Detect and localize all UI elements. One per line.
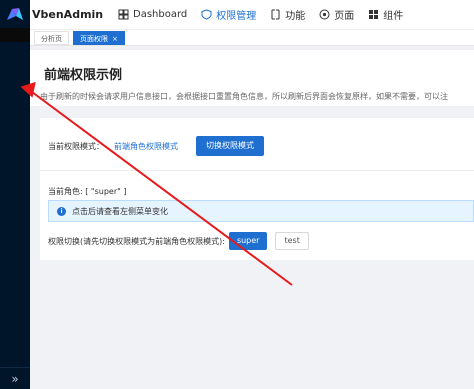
mode-label: 当前权限模式： (48, 141, 104, 151)
tab-close-icon[interactable]: × (112, 35, 118, 43)
switch-mode-button[interactable]: 切换权限模式 (196, 136, 264, 156)
sidebar (0, 0, 30, 389)
shield-icon (201, 9, 212, 20)
permission-card: 当前权限模式： 前端角色权限模式 切换权限模式 当前角色: [ "super" … (40, 118, 474, 260)
brand-title[interactable]: VbenAdmin (30, 8, 118, 21)
nav-permission[interactable]: 权限管理 (201, 0, 256, 30)
alert-text: 点击后请查看左侧菜单变化 (72, 206, 168, 216)
function-icon (271, 9, 280, 20)
page-title: 前端权限示例 (44, 68, 123, 83)
page-header: 前端权限示例 由于刷新的时候会请求用户信息接口，会根据接口重置角色信息，所以刷新… (30, 50, 474, 106)
divider (40, 170, 474, 171)
tab-analysis[interactable]: 分析页 (34, 30, 69, 45)
test-role-button[interactable]: test (275, 232, 309, 250)
mode-row: 当前权限模式： 前端角色权限模式 切换权限模式 (48, 136, 264, 156)
nav-dashboard[interactable]: Dashboard (118, 0, 187, 30)
nav-function-label: 功能 (285, 11, 306, 22)
nav-component-label: 组件 (383, 11, 404, 22)
nav-page[interactable]: 页面 (319, 0, 354, 30)
role-switch-label: 权限切换(请先切换权限模式为前端角色权限模式): (48, 236, 225, 246)
tab-analysis-label: 分析页 (41, 34, 62, 43)
logo-area[interactable] (0, 0, 30, 28)
current-role: 当前角色: [ "super" ] (48, 187, 127, 196)
nav-permission-label: 权限管理 (216, 11, 257, 22)
info-alert: i 点击后请查看左侧菜单变化 (48, 200, 474, 222)
collapse-toggle[interactable]: » (0, 367, 30, 389)
page-icon (319, 9, 330, 20)
role-switch-row: 权限切换(请先切换权限模式为前端角色权限模式): super test (48, 232, 309, 250)
tab-bar: 分析页 页面权限 × (30, 30, 474, 46)
tab-page-permission[interactable]: 页面权限 × (73, 30, 125, 45)
info-icon: i (57, 206, 66, 216)
top-header: VbenAdmin Dashboard 权限管理 功能 页面 组件 (30, 0, 474, 30)
sidebar-strip (0, 28, 30, 42)
page-description: 由于刷新的时候会请求用户信息接口，会根据接口重置角色信息，所以刷新后界面会恢复原… (40, 92, 448, 101)
nav-dashboard-label: Dashboard (133, 9, 188, 20)
mode-value: 前端角色权限模式 (114, 141, 178, 151)
app-root: » VbenAdmin Dashboard 权限管理 功能 页面 组件 分析页 … (0, 0, 474, 389)
nav-function[interactable]: 功能 (270, 0, 305, 30)
double-chevron-right-icon: » (11, 371, 19, 386)
component-icon (369, 10, 379, 19)
tab-page-permission-label: 页面权限 (80, 34, 108, 43)
vben-logo-icon (7, 8, 23, 20)
nav-component[interactable]: 组件 (368, 0, 403, 30)
nav-page-label: 页面 (334, 11, 355, 22)
super-role-button[interactable]: super (228, 232, 268, 250)
dashboard-icon (118, 9, 129, 20)
